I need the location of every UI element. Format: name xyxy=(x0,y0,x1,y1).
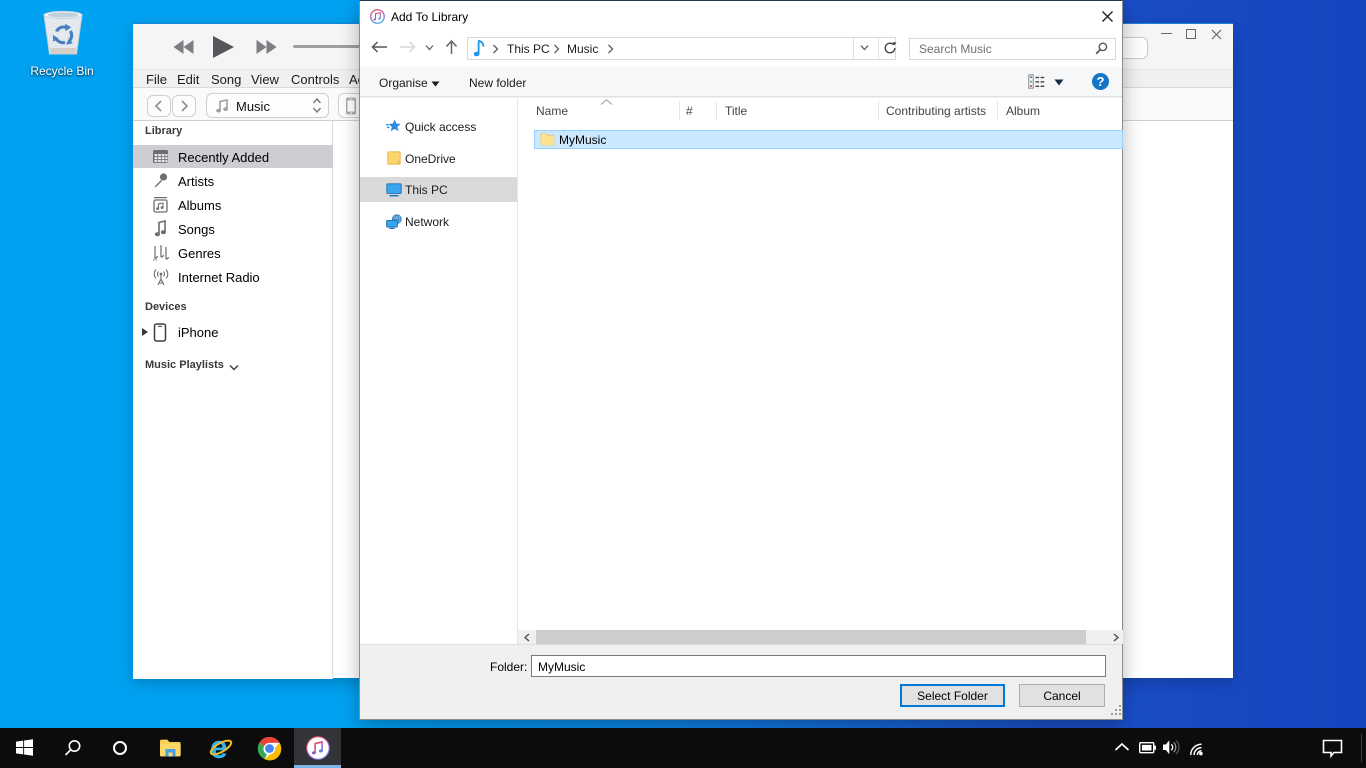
svg-text:A: A xyxy=(153,257,157,262)
